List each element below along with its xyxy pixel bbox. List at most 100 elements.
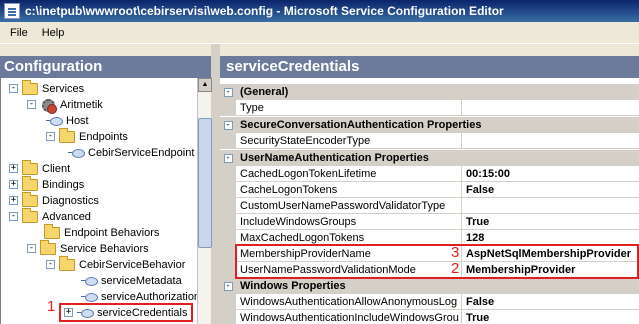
tree-item-label: Client [42,162,71,175]
property-row[interactable]: SecurityStateEncoderType [220,133,639,149]
tree-item-services[interactable]: - Services [9,79,85,97]
tree-item-label: Services [42,82,85,95]
element-icon [46,116,63,126]
title-bar: c:\inetpub\wwwroot\cebirservisi\web.conf… [0,0,639,22]
property-row[interactable]: CacheLogonTokens False [220,182,639,198]
tree-item-label: Aritmetik [60,98,103,111]
expand-icon[interactable]: + [9,164,18,173]
property-value[interactable]: True [462,214,639,230]
element-icon [68,148,85,158]
section-label: SecureConversationAuthentication Propert… [236,117,639,133]
property-value[interactable]: False [462,182,639,198]
property-value[interactable] [462,133,639,149]
tree-item-client[interactable]: + Client [9,159,71,177]
tree-item-aritmetik[interactable]: - Aritmetik [27,96,103,114]
tree-item-label: CebirServiceEndpoint [88,146,195,159]
property-name: CachedLogonTokenLifetime [236,166,462,182]
folder-icon [22,207,38,223]
folder-icon [22,191,38,207]
property-name: WindowsAuthenticationIncludeWindowsGrou [236,310,462,324]
tree-item-label: Service Behaviors [60,242,149,255]
property-row[interactable]: Type [220,100,639,116]
tree-item-label: serviceAuthorization [101,290,197,303]
collapse-icon[interactable]: - [223,120,233,130]
expand-icon[interactable]: + [9,196,18,205]
section-windows[interactable]: - Windows Properties [220,278,639,294]
property-row[interactable]: CustomUserNamePasswordValidatorType [220,198,639,214]
collapse-icon[interactable]: - [27,244,36,253]
scroll-up-icon[interactable]: ▲ [198,78,212,92]
section-usernameauthentication[interactable]: - UserNameAuthentication Properties [220,150,639,166]
property-name: Type [236,100,462,116]
configuration-tree: - Services - Aritmetik Host - Endpoints … [0,78,197,324]
property-value[interactable]: 00:15:00 [462,166,639,182]
pane-splitter[interactable] [211,44,220,324]
property-value[interactable]: False [462,294,639,310]
tree-item-label: Endpoint Behaviors [64,226,160,239]
property-value[interactable] [462,198,639,214]
callout-2: 2 [451,260,460,277]
tree-item-label: Advanced [42,210,91,223]
property-row[interactable]: IncludeWindowsGroups True [220,214,639,230]
property-value[interactable]: True [462,310,639,324]
folder-icon [22,159,38,175]
tree-item-label: Bindings [42,178,85,191]
folder-icon [40,239,56,255]
folder-icon [44,223,60,239]
app-icon [4,3,20,19]
collapse-icon[interactable]: - [27,100,36,109]
property-grid: - (General) Type - SecureConversationAut… [220,78,639,324]
section-label: UserNameAuthentication Properties [236,150,639,166]
tree-scrollbar[interactable]: ▲ [197,78,212,324]
menu-help[interactable]: Help [35,25,72,41]
collapse-icon[interactable]: - [46,132,55,141]
menu-file[interactable]: File [3,25,35,41]
property-row[interactable]: WindowsAuthenticationAllowAnonymousLog F… [220,294,639,310]
highlight-box-membership [235,244,639,279]
collapse-icon[interactable]: - [46,260,55,269]
element-icon [81,292,98,302]
collapse-icon[interactable]: - [9,212,18,221]
configuration-header: Configuration [0,56,211,78]
section-label: (General) [236,84,639,100]
folder-icon [22,175,38,191]
tree-item-diagnostics[interactable]: + Diagnostics [9,191,99,209]
property-name: IncludeWindowsGroups [236,214,462,230]
tree-item-servicemetadata[interactable]: serviceMetadata [81,272,182,289]
callout-3: 3 [451,244,460,261]
collapse-icon[interactable]: - [9,84,18,93]
properties-header: serviceCredentials [220,56,639,78]
folder-icon [59,255,75,271]
callout-1: 1 [47,298,56,315]
section-general[interactable]: - (General) [220,84,639,100]
property-name: CacheLogonTokens [236,182,462,198]
tree-item-bindings[interactable]: + Bindings [9,175,85,193]
element-icon [81,276,98,286]
tree-item-service-behaviors[interactable]: - Service Behaviors [27,239,149,257]
collapse-icon[interactable]: - [223,281,233,291]
section-secureconversation[interactable]: - SecureConversationAuthentication Prope… [220,117,639,133]
service-icon [40,98,57,114]
collapse-icon[interactable]: - [223,153,233,163]
expand-icon[interactable]: + [9,180,18,189]
tree-item-label: Host [66,114,89,127]
highlight-box-servicecredentials [59,303,193,322]
section-label: Windows Properties [236,278,639,294]
tree-item-cebirserviceendpoint[interactable]: CebirServiceEndpoint [68,144,194,161]
scrollbar-thumb[interactable] [198,118,212,248]
property-row[interactable]: WindowsAuthenticationIncludeWindowsGrou … [220,310,639,324]
tree-item-endpoints[interactable]: - Endpoints [46,127,128,145]
property-name: CustomUserNamePasswordValidatorType [236,198,462,214]
collapse-icon[interactable]: - [223,87,233,97]
tree-item-endpoint-behaviors[interactable]: Endpoint Behaviors [44,223,160,241]
property-row[interactable]: CachedLogonTokenLifetime 00:15:00 [220,166,639,182]
tree-item-label: Endpoints [79,130,128,143]
tree-item-label: CebirServiceBehavior [79,258,186,271]
property-value[interactable] [462,100,639,116]
menu-bar: File Help [0,22,639,44]
window-title: c:\inetpub\wwwroot\cebirservisi\web.conf… [25,4,504,18]
tree-item-advanced[interactable]: - Advanced [9,207,91,225]
tree-item-cebirservicebehavior[interactable]: - CebirServiceBehavior [46,255,186,273]
tree-item-host[interactable]: Host [46,112,89,129]
folder-icon [22,79,38,95]
